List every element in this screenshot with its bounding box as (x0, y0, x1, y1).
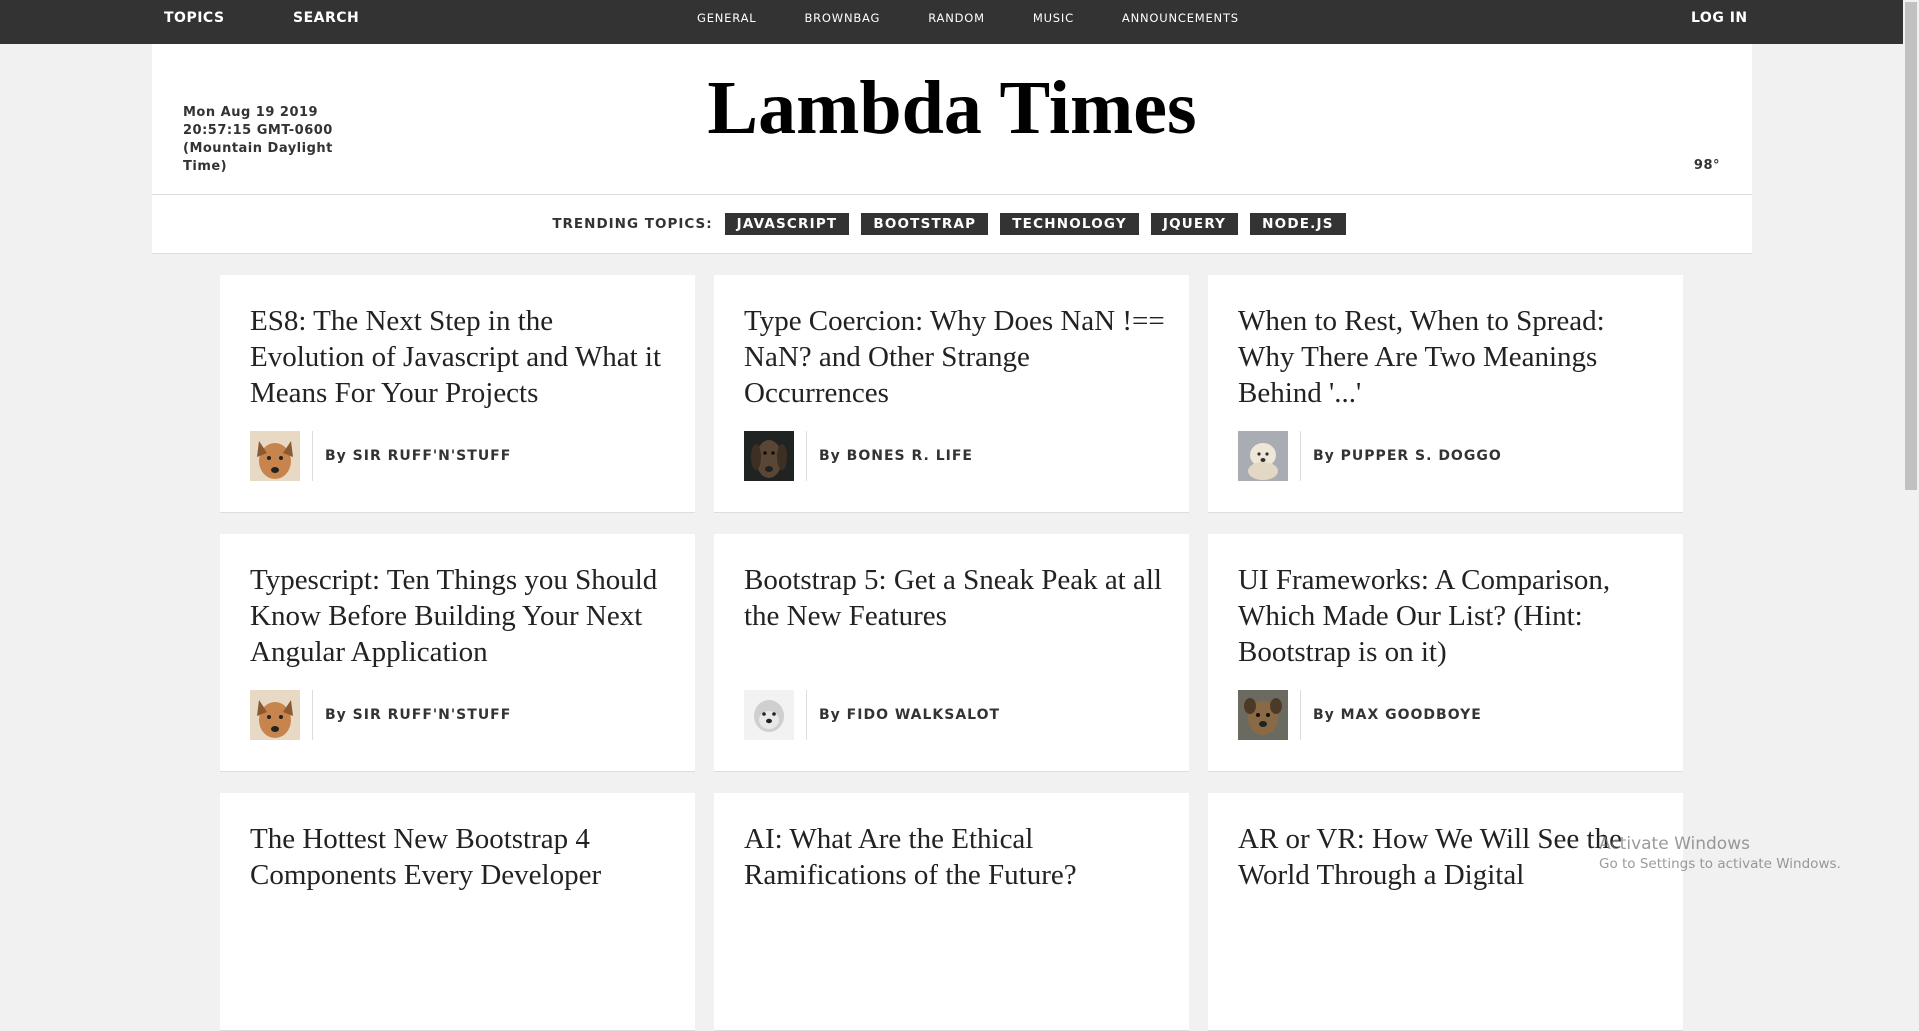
author-name: By FIDO WALKSALOT (819, 707, 1001, 723)
article-card[interactable]: AR or VR: How We Will See the World Thro… (1208, 793, 1683, 1031)
author-row: By BONES R. LIFE (744, 431, 973, 481)
author-name: By BONES R. LIFE (819, 448, 973, 464)
nav-brownbag[interactable]: BROWNBAG (804, 11, 880, 25)
article-card[interactable]: AI: What Are the Ethical Ramifications o… (714, 793, 1189, 1031)
article-headline: UI Frameworks: A Comparison, Which Made … (1238, 564, 1611, 668)
author-avatar (250, 431, 313, 481)
article-headline: Bootstrap 5: Get a Sneak Peak at all the… (744, 564, 1162, 632)
login-link[interactable]: LOG IN (1691, 0, 1748, 36)
article-card[interactable]: Typescript: Ten Things you Should Know B… (220, 534, 695, 772)
article-card[interactable]: When to Rest, When to Spread: Why There … (1208, 275, 1683, 513)
scrollbar-thumb[interactable] (1905, 2, 1917, 490)
article-headline: AI: What Are the Ethical Ramifications o… (744, 823, 1077, 891)
author-name: By SIR RUFF'N'STUFF (325, 707, 512, 723)
tag-jquery[interactable]: JQUERY (1150, 213, 1239, 235)
trending-label: TRENDING TOPICS: (552, 216, 713, 232)
author-avatar (1238, 431, 1301, 481)
author-name: By PUPPER S. DOGGO (1313, 448, 1502, 464)
article-headline: ES8: The Next Step in the Evolution of J… (250, 305, 662, 409)
author-row: By FIDO WALKSALOT (744, 690, 1000, 740)
article-card[interactable]: ES8: The Next Step in the Evolution of J… (220, 275, 695, 513)
article-card[interactable]: The Hottest New Bootstrap 4 Components E… (220, 793, 695, 1031)
nav-general[interactable]: GENERAL (697, 11, 756, 25)
nav-random[interactable]: RANDOM (928, 11, 985, 25)
article-headline: The Hottest New Bootstrap 4 Components E… (250, 823, 602, 891)
topic-nav: GENERAL BROWNBAG RANDOM MUSIC ANNOUNCEME… (697, 0, 1287, 36)
author-name: By MAX GOODBOYE (1313, 707, 1482, 723)
author-name: By SIR RUFF'N'STUFF (325, 448, 512, 464)
topics-link[interactable]: TOPICS (164, 0, 225, 36)
trending-topics: TRENDING TOPICS: JAVASCRIPT BOOTSTRAP TE… (152, 195, 1752, 254)
tag-bootstrap[interactable]: BOOTSTRAP (861, 213, 989, 235)
article-card[interactable]: UI Frameworks: A Comparison, Which Made … (1208, 534, 1683, 772)
masthead: Mon Aug 19 2019 20:57:15 GMT-0600 (Mount… (152, 44, 1752, 195)
tag-javascript[interactable]: JAVASCRIPT (724, 213, 850, 235)
top-bar: TOPICS SEARCH GENERAL BROWNBAG RANDOM MU… (0, 0, 1903, 44)
watermark-subtitle: Go to Settings to activate Windows. (1599, 856, 1841, 872)
article-headline: Type Coercion: Why Does NaN !== NaN? and… (744, 305, 1165, 409)
page-scrollbar[interactable] (1903, 0, 1919, 877)
nav-announcements[interactable]: ANNOUNCEMENTS (1122, 11, 1239, 25)
site-title: Lambda Times (707, 66, 1197, 150)
author-row: By PUPPER S. DOGGO (1238, 431, 1502, 481)
author-avatar (744, 431, 807, 481)
article-headline: AR or VR: How We Will See the World Thro… (1238, 823, 1622, 891)
article-headline: When to Rest, When to Spread: Why There … (1238, 305, 1605, 409)
watermark-title: Activate Windows (1599, 834, 1750, 854)
article-grid: ES8: The Next Step in the Evolution of J… (220, 275, 1684, 1031)
author-avatar (250, 690, 313, 740)
article-headline: Typescript: Ten Things you Should Know B… (250, 564, 658, 668)
author-row: By MAX GOODBOYE (1238, 690, 1482, 740)
tag-nodejs[interactable]: NODE.JS (1250, 213, 1346, 235)
search-link[interactable]: SEARCH (293, 0, 359, 36)
author-avatar (744, 690, 807, 740)
article-card[interactable]: Bootstrap 5: Get a Sneak Peak at all the… (714, 534, 1189, 772)
author-avatar (1238, 690, 1301, 740)
author-row: By SIR RUFF'N'STUFF (250, 690, 511, 740)
temperature: 98° (1693, 158, 1720, 173)
author-row: By SIR RUFF'N'STUFF (250, 431, 511, 481)
article-card[interactable]: Type Coercion: Why Does NaN !== NaN? and… (714, 275, 1189, 513)
activation-watermark: Activate Windows Go to Settings to activ… (1599, 834, 1841, 872)
nav-music[interactable]: MUSIC (1033, 11, 1074, 25)
tag-technology[interactable]: TECHNOLOGY (1000, 213, 1139, 235)
